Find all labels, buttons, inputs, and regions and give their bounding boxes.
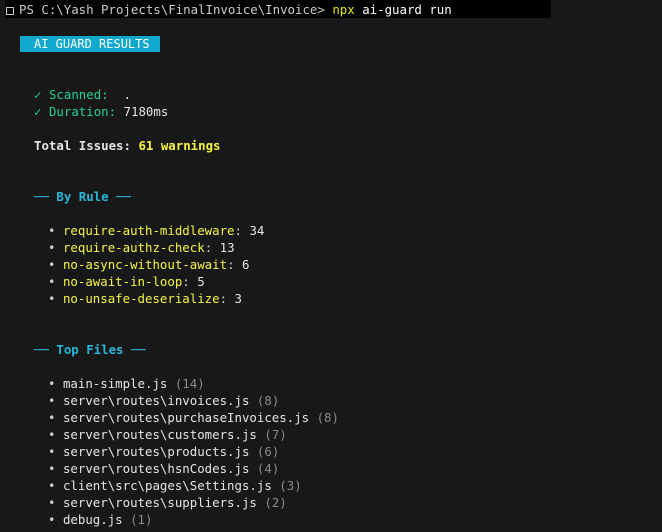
file-count: (7) [264, 427, 287, 442]
scanned-row: ✓ Scanned: . [34, 86, 131, 103]
total-issues-value: 61 warnings [138, 138, 221, 153]
results-banner: AI GUARD RESULTS [20, 36, 160, 52]
bullet-icon: • [48, 444, 56, 459]
total-issues-label: Total Issues: [34, 138, 131, 153]
by-rule-heading: ── By Rule ── [34, 189, 131, 204]
command-npx: npx [332, 2, 355, 17]
total-issues-row: Total Issues: 61 warnings [34, 137, 221, 154]
rule-item: • require-authz-check: 13 [48, 240, 235, 255]
terminal-prompt-line[interactable]: PS C:\Yash Projects\FinalInvoice\Invoice… [6, 1, 452, 18]
rule-item: • no-async-without-await: 6 [48, 257, 250, 272]
file-path: server\routes\products.js [62, 444, 250, 459]
rule-count: 13 [219, 240, 235, 255]
bullet-icon: • [48, 393, 56, 408]
bullet-icon: • [48, 512, 56, 527]
file-count: (8) [256, 393, 280, 408]
rule-name: no-await-in-loop [62, 274, 183, 289]
file-item: • main-simple.js (14) [48, 375, 205, 392]
file-path: server\routes\purchaseInvoices.js [62, 410, 310, 425]
file-count: (6) [256, 444, 280, 459]
file-item: • server\routes\products.js (6) [48, 443, 279, 460]
file-count: (14) [174, 376, 205, 391]
rule-count: 5 [197, 274, 205, 289]
file-count: (1) [130, 512, 153, 527]
duration-row: ✓ Duration: 7180ms [34, 103, 168, 120]
check-icon: ✓ [34, 104, 42, 119]
rule-count: 3 [234, 291, 242, 306]
file-count: (3) [279, 478, 302, 493]
bullet-icon: • [48, 240, 56, 255]
bullet-icon: • [48, 478, 56, 493]
bullet-icon: • [48, 410, 56, 425]
file-count: (4) [256, 461, 280, 476]
bullet-icon: • [48, 223, 56, 238]
prompt-path: PS C:\Yash Projects\FinalInvoice\Invoice… [19, 2, 325, 17]
file-item: • server\routes\purchaseInvoices.js (8) [48, 409, 339, 426]
file-item: • server\routes\customers.js (7) [48, 426, 287, 443]
rule-item: • no-unsafe-deserialize: 3 [48, 291, 242, 306]
bullet-icon: • [48, 291, 56, 306]
command-args: ai-guard run [362, 2, 452, 17]
rule-name: require-auth-middleware [62, 223, 235, 238]
file-path: debug.js [62, 512, 123, 527]
file-path: main-simple.js [62, 376, 168, 391]
duration-label: Duration: [48, 104, 117, 119]
bullet-icon: • [48, 376, 56, 391]
scanned-label: Scanned: [48, 87, 109, 102]
check-icon: ✓ [34, 87, 42, 102]
file-path: client\src\pages\Settings.js [62, 478, 272, 493]
file-item: • server\routes\suppliers.js (2) [48, 494, 287, 511]
duration-value: 7180ms [123, 104, 169, 119]
rule-count: 6 [241, 257, 250, 272]
rule-count: 34 [249, 223, 265, 238]
file-item: • server\routes\invoices.js (8) [48, 392, 279, 409]
bullet-icon: • [48, 274, 56, 289]
file-item: • server\routes\hsnCodes.js (4) [48, 460, 279, 477]
cursor-box-icon [6, 7, 14, 15]
rule-name: no-async-without-await [62, 257, 228, 272]
file-item: • client\src\pages\Settings.js (3) [48, 477, 302, 494]
file-path: server\routes\invoices.js [62, 393, 250, 408]
file-count: (8) [316, 410, 339, 425]
scanned-value: . [123, 87, 132, 102]
rule-item: • no-await-in-loop: 5 [48, 274, 205, 289]
file-item: • debug.js (1) [48, 511, 152, 528]
file-path: server\routes\hsnCodes.js [62, 461, 250, 476]
bullet-icon: • [48, 461, 56, 476]
bullet-icon: • [48, 495, 56, 510]
file-path: server\routes\customers.js [62, 427, 257, 442]
bullet-icon: • [48, 257, 56, 272]
rule-name: no-unsafe-deserialize [62, 291, 220, 306]
file-path: server\routes\suppliers.js [62, 495, 257, 510]
file-count: (2) [264, 495, 287, 510]
top-files-heading: ── Top Files ── [34, 342, 146, 357]
rule-name: require-authz-check [62, 240, 205, 255]
bullet-icon: • [48, 427, 56, 442]
rule-item: • require-auth-middleware: 34 [48, 223, 265, 238]
